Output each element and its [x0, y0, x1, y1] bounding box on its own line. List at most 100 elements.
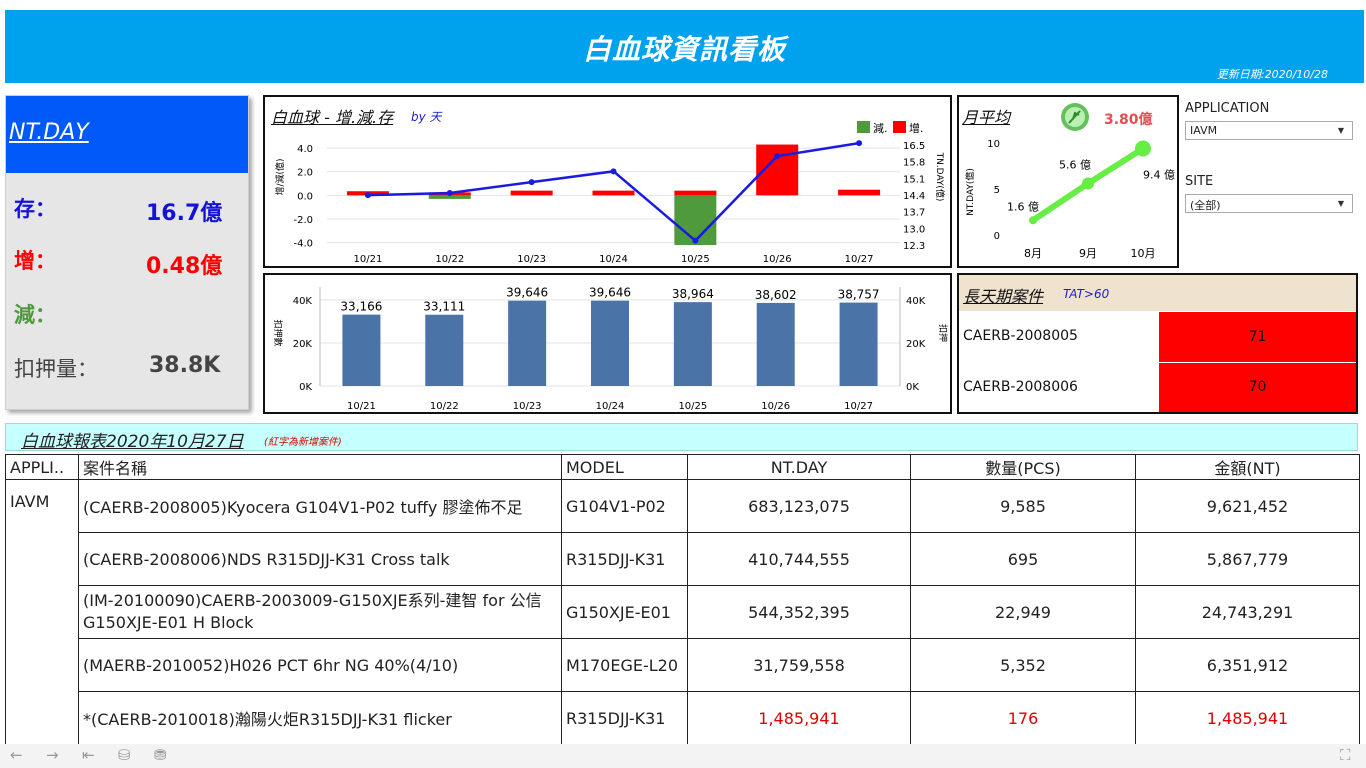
x-tick-label: 10/23 — [513, 401, 542, 412]
left-tick-label: 20K — [293, 339, 313, 350]
withheld-bar — [839, 302, 878, 386]
x-tick-label: 10/23 — [517, 254, 546, 265]
data-label: 5.6 億 — [1059, 158, 1091, 171]
right-tick-label: 14.4 — [903, 191, 925, 202]
increase-bar — [510, 190, 553, 196]
stock-point — [692, 237, 699, 244]
x-tick-label: 10/22 — [430, 401, 459, 412]
monthly-avg-panel: 月平均 3.80億 NT.DAY(億) 10 5 0 1.6 億 5.6 億 9.4 億8… — [957, 95, 1179, 268]
inc-dec-chart: 減. 增. 增/減(億) TN.DAY(億) 4.0 2.0 0.0 -2.0 -4.0… — [274, 121, 946, 265]
application-filter-label: APPLICATION — [1185, 101, 1270, 116]
monthly-point — [1029, 216, 1037, 225]
kpi-stock-label: 存： — [14, 197, 56, 221]
table-row: IAVM (CAERB-2008005)Kyocera G104V1-P02 t… — [5, 479, 1360, 745]
monthly-point — [1082, 177, 1094, 190]
data-label: 38,964 — [672, 287, 714, 301]
column-header[interactable]: 案件名稱 — [78, 454, 562, 480]
kpi-title: NT.DAY — [9, 120, 89, 145]
pause-updates-icon[interactable]: ⛃ — [154, 746, 167, 764]
application-cell: IAVM — [5, 479, 79, 745]
increase-bar — [674, 190, 717, 196]
right-tick-label: 16.5 — [903, 141, 925, 152]
chevron-down-icon: ▼ — [1337, 126, 1344, 135]
data-label: 33,111 — [423, 300, 465, 314]
data-label: 38,757 — [838, 288, 880, 302]
amount-cell: 24,743,291 — [1135, 585, 1360, 639]
column-header[interactable]: MODEL — [561, 454, 688, 480]
table-header-row: APPLI.. 案件名稱 MODEL NT.DAY 數量(PCS) 金額(NT) — [5, 454, 1360, 480]
amount-cell: 6,351,912 — [1135, 638, 1360, 692]
x-tick-label: 10月 — [1131, 247, 1156, 260]
update-date: 更新日期:2020/10/28 — [1216, 68, 1328, 81]
model-cell: M170EGE-L20 — [561, 638, 688, 692]
right-tick-label: 12.3 — [903, 241, 925, 252]
long-days-case-1: CAERB-2008005 — [963, 328, 1078, 344]
fullscreen-icon[interactable]: ⛶ — [1340, 746, 1351, 764]
x-tick-label: 10/22 — [435, 254, 464, 265]
x-tick-label: 10/27 — [845, 254, 874, 265]
amount-cell: 9,621,452 — [1135, 479, 1360, 533]
report-table: APPLI.. 案件名稱 MODEL NT.DAY 數量(PCS) 金額(NT)… — [5, 454, 1360, 745]
increase-bar — [592, 190, 635, 196]
right-tick-label: 40K — [906, 296, 926, 307]
left-tick-label: 0.0 — [297, 191, 313, 202]
stock-point — [774, 153, 781, 160]
decrease-bar — [674, 195, 717, 245]
qty-cell: 5,352 — [910, 638, 1136, 692]
legend-decrease-label: 減. — [873, 121, 888, 135]
kpi-panel: NT.DAY 存： 16.7億 增： 0.48億 減： 扣押量： 38.8K — [5, 95, 249, 410]
long-days-subtitle: TAT>60 — [1063, 287, 1110, 301]
stock-point — [856, 140, 863, 147]
ntday-cell: 544,352,395 — [687, 585, 911, 639]
withheld-chart-panel: 扣押數 扣押 40K 40K 20K 20K 0K 0K 33,166 10/21 33,111… — [263, 273, 952, 414]
increase-bar — [838, 189, 881, 196]
revert-icon[interactable]: ⇤ — [82, 746, 95, 764]
x-tick-label: 10/25 — [681, 254, 710, 265]
site-dropdown[interactable]: (全部) ▼ — [1185, 194, 1353, 213]
x-tick-label: 8月 — [1024, 247, 1042, 260]
undo-icon[interactable]: ← — [10, 746, 23, 764]
kpi-increase-label: 增： — [14, 249, 56, 273]
right-tick-label: 13.0 — [903, 224, 925, 235]
withheld-right-axis-label: 扣押 — [937, 324, 949, 342]
refresh-data-icon[interactable]: ⛁ — [118, 746, 131, 764]
kpi-increase-value: 0.48億 — [146, 254, 223, 279]
x-tick-label: 10/25 — [678, 401, 707, 412]
long-days-value-2: 70 — [1159, 363, 1356, 412]
qty-cell: 176 — [910, 691, 1136, 745]
column-header[interactable]: NT.DAY — [687, 454, 911, 480]
x-tick-label: 10/21 — [354, 254, 383, 265]
dashboard-header: 白血球資訊看板 更新日期:2020/10/28 — [5, 10, 1364, 83]
report-note: (紅字為新增案件) — [264, 437, 342, 448]
column-header[interactable]: 金額(NT) — [1135, 454, 1360, 480]
kpi-decrease-label: 減： — [14, 303, 56, 327]
page-title: 白血球資訊看板 — [582, 33, 786, 66]
ntday-cell: 683,123,075 — [687, 479, 911, 533]
right-tick-label: 0K — [906, 382, 919, 393]
kpi-withheld-value: 38.8K — [149, 353, 221, 378]
data-label: 9.4 億 — [1143, 169, 1175, 182]
left-axis-label: 增/減(億) — [274, 158, 286, 195]
withheld-bar — [591, 300, 629, 386]
kpi-stock-value: 16.7億 — [146, 201, 223, 226]
left-tick-label: 0K — [299, 382, 312, 393]
left-tick-label: 4.0 — [297, 144, 313, 155]
ntday-cell: 1,485,941 — [687, 691, 911, 745]
long-days-title: 長天期案件 — [963, 287, 1044, 306]
right-axis-label: TN.DAY(億) — [934, 152, 946, 202]
report-header: 白血球報表2020年10月27日 (紅字為新增案件) — [5, 423, 1358, 452]
column-header[interactable]: APPLI.. — [5, 454, 79, 480]
amount-cell: 1,485,941 — [1135, 691, 1360, 745]
application-dropdown[interactable]: IAVM ▼ — [1185, 121, 1353, 140]
withheld-bar — [342, 314, 381, 386]
right-tick-label: 15.8 — [903, 158, 925, 169]
stock-point — [528, 179, 535, 186]
redo-icon[interactable]: → — [46, 746, 59, 764]
column-header[interactable]: 數量(PCS) — [910, 454, 1136, 480]
data-label: 33,166 — [340, 300, 382, 314]
report-title: 白血球報表2020年10月27日 — [21, 432, 244, 452]
legend-decrease-swatch — [857, 121, 870, 133]
x-tick-label: 10/21 — [347, 401, 376, 412]
table-row: *(CAERB-2010018)瀚陽火炬R315DJJ-K31 flicker … — [6, 691, 1360, 745]
kpi-withheld-label: 扣押量： — [14, 357, 98, 381]
